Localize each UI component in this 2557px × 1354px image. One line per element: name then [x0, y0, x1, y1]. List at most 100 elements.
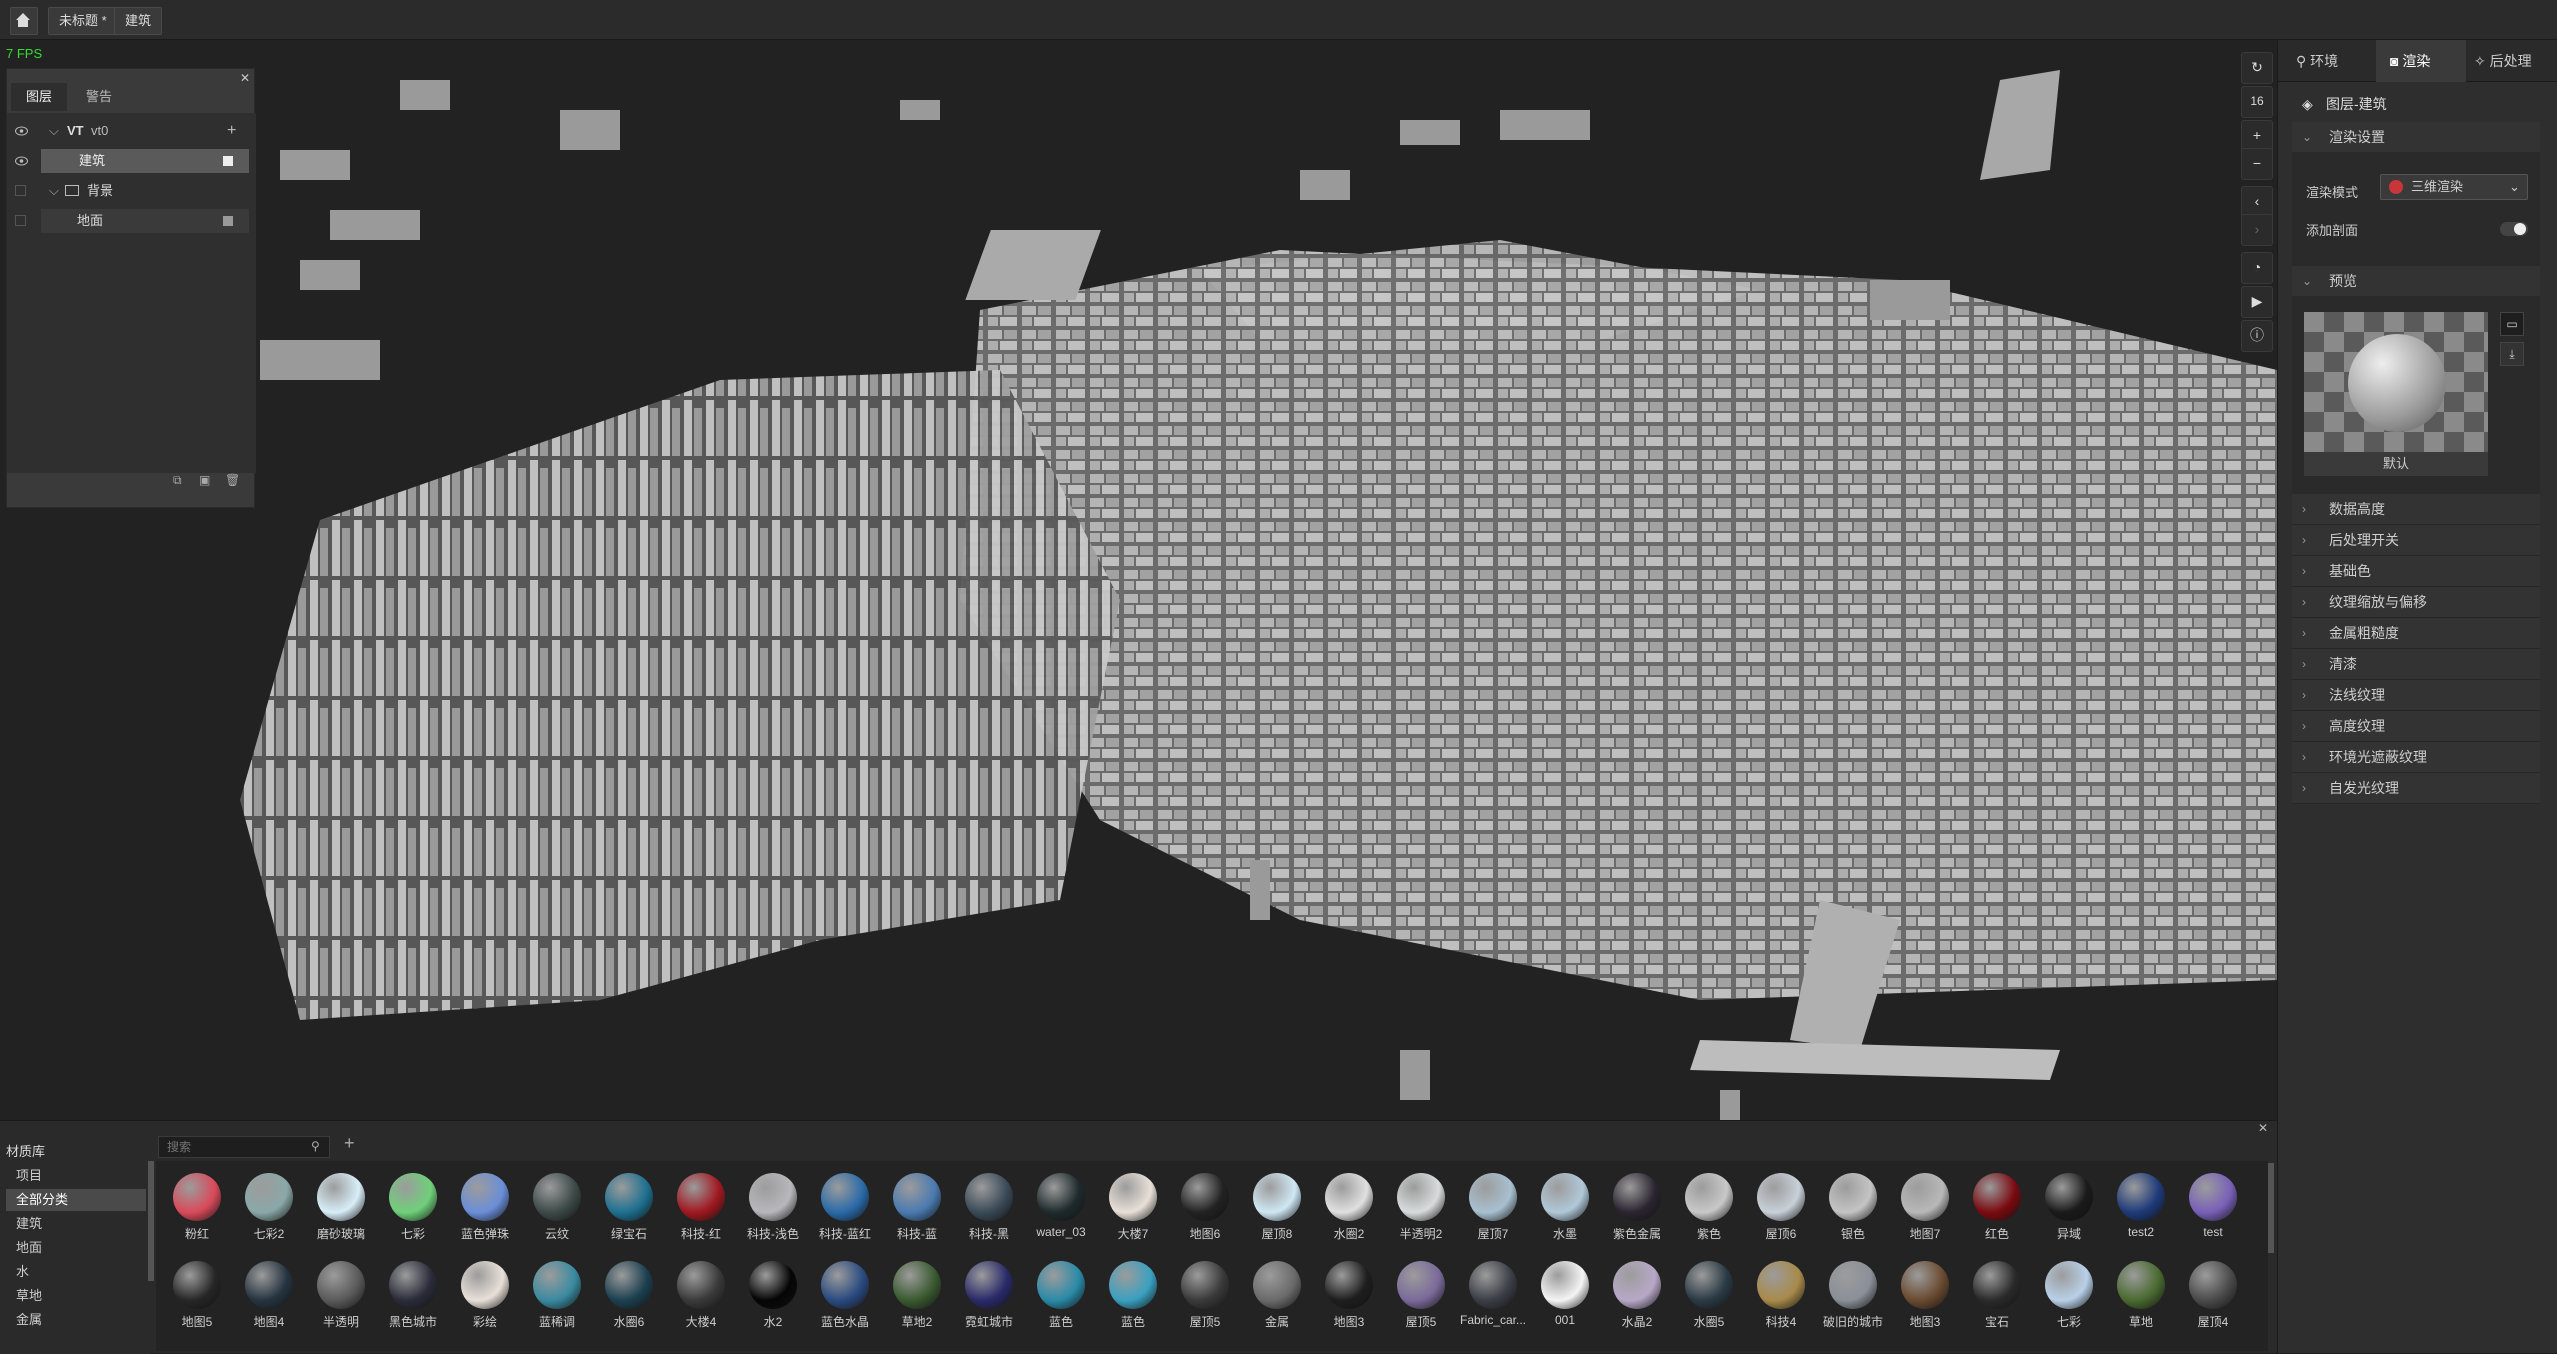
save-icon[interactable]: ▣: [199, 473, 210, 487]
eye-icon[interactable]: [15, 155, 28, 167]
material-scrollbar[interactable]: [2268, 1163, 2274, 1253]
material-item[interactable]: 蓝色水晶: [810, 1253, 880, 1338]
material-item[interactable]: 水圈5: [1674, 1253, 1744, 1338]
material-item[interactable]: test: [2178, 1165, 2248, 1250]
material-item[interactable]: 草地: [2106, 1253, 2176, 1338]
visibility-checkbox[interactable]: [15, 185, 26, 196]
category-item[interactable]: 项目: [6, 1165, 146, 1187]
category-item[interactable]: 草地: [6, 1285, 146, 1307]
section-collapsed[interactable]: › 高度纹理: [2292, 711, 2540, 742]
material-item[interactable]: 银色: [1818, 1165, 1888, 1250]
section-collapsed[interactable]: › 法线纹理: [2292, 680, 2540, 711]
material-item[interactable]: 科技-蓝: [882, 1165, 952, 1250]
material-item[interactable]: 大楼4: [666, 1253, 736, 1338]
render-mode-select[interactable]: 三维渲染 ⌄: [2380, 174, 2528, 200]
material-item[interactable]: 蓝稀调: [522, 1253, 592, 1338]
material-item[interactable]: 屋顶4: [2178, 1253, 2248, 1338]
material-item[interactable]: 001: [1530, 1253, 1600, 1338]
tab-environment[interactable]: ⚲ 环境: [2296, 40, 2338, 82]
chevron-down-icon[interactable]: ⌵: [49, 117, 59, 145]
eye-icon[interactable]: [15, 125, 28, 137]
color-swatch[interactable]: [223, 156, 233, 166]
layer-row-ground[interactable]: 地面: [7, 207, 256, 235]
material-item[interactable]: 水晶2: [1602, 1253, 1672, 1338]
material-item[interactable]: 粉红: [162, 1165, 232, 1250]
material-item[interactable]: 屋顶6: [1746, 1165, 1816, 1250]
material-item[interactable]: 地图3: [1314, 1253, 1384, 1338]
material-item[interactable]: 红色: [1962, 1165, 2032, 1250]
close-icon[interactable]: ✕: [2258, 1121, 2268, 1135]
section-collapsed[interactable]: › 数据高度: [2292, 494, 2540, 525]
home-button[interactable]: [10, 7, 38, 35]
tab-layers[interactable]: 图层: [11, 83, 67, 111]
category-item[interactable]: 建筑: [6, 1213, 146, 1235]
material-item[interactable]: 破旧的城市: [1818, 1253, 1888, 1338]
tab-postprocess[interactable]: ✧ 后处理: [2474, 40, 2532, 82]
material-item[interactable]: 地图3: [1890, 1253, 1960, 1338]
material-item[interactable]: water_03: [1026, 1165, 1096, 1250]
material-search-field[interactable]: ⚲: [158, 1136, 330, 1158]
material-item[interactable]: 七彩2: [234, 1165, 304, 1250]
material-item[interactable]: test2: [2106, 1165, 2176, 1250]
search-icon[interactable]: ⚲: [311, 1139, 320, 1153]
material-item[interactable]: 蓝色: [1098, 1253, 1168, 1338]
tab-building[interactable]: 建筑: [114, 7, 163, 35]
category-item[interactable]: 全部分类: [6, 1189, 146, 1211]
material-item[interactable]: 金属: [1242, 1253, 1312, 1338]
chevron-down-icon[interactable]: ⌵: [49, 177, 59, 205]
material-item[interactable]: 七彩: [2034, 1253, 2104, 1338]
section-collapsed[interactable]: › 自发光纹理: [2292, 773, 2540, 804]
material-item[interactable]: 科技4: [1746, 1253, 1816, 1338]
material-item[interactable]: 科技-浅色: [738, 1165, 808, 1250]
info-icon[interactable]: ⓘ: [2241, 320, 2273, 352]
copy-icon[interactable]: ⧉: [173, 473, 182, 488]
visibility-checkbox[interactable]: [15, 215, 26, 226]
category-scrollbar[interactable]: [148, 1161, 154, 1281]
section-collapsed[interactable]: › 清漆: [2292, 649, 2540, 680]
section-collapsed[interactable]: › 纹理缩放与偏移: [2292, 587, 2540, 618]
layer-row-vt[interactable]: ⌵ VT vt0 +: [7, 117, 256, 145]
chevron-right-icon[interactable]: ›: [2241, 214, 2273, 246]
material-item[interactable]: 水2: [738, 1253, 808, 1338]
section-collapsed[interactable]: › 后处理开关: [2292, 525, 2540, 556]
add-icon[interactable]: +: [227, 117, 236, 145]
layer-row-building[interactable]: 建筑: [7, 147, 256, 175]
add-icon[interactable]: +: [344, 1133, 355, 1154]
add-section-toggle[interactable]: [2500, 222, 2528, 236]
3d-viewport[interactable]: [0, 40, 2277, 1120]
wifi-icon[interactable]: ◔: [2241, 252, 2273, 284]
material-item[interactable]: 屋顶5: [1386, 1253, 1456, 1338]
section-render-settings[interactable]: ⌄ 渲染设置: [2292, 122, 2540, 153]
folder-icon[interactable]: ▭: [2500, 312, 2524, 336]
material-item[interactable]: 科技-蓝红: [810, 1165, 880, 1250]
section-preview[interactable]: ⌄ 预览: [2292, 266, 2540, 297]
material-item[interactable]: 水墨: [1530, 1165, 1600, 1250]
material-item[interactable]: 紫色金属: [1602, 1165, 1672, 1250]
material-item[interactable]: 大楼7: [1098, 1165, 1168, 1250]
material-item[interactable]: 霓虹城市: [954, 1253, 1024, 1338]
material-item[interactable]: 屋顶5: [1170, 1253, 1240, 1338]
material-item[interactable]: 黑色城市: [378, 1253, 448, 1338]
section-collapsed[interactable]: › 环境光遮蔽纹理: [2292, 742, 2540, 773]
category-item[interactable]: 金属: [6, 1309, 146, 1331]
tab-untitled[interactable]: 未标题 *: [48, 7, 118, 35]
color-swatch[interactable]: [223, 216, 233, 226]
tab-render[interactable]: ◙ 渲染: [2390, 40, 2430, 82]
material-item[interactable]: 半透明2: [1386, 1165, 1456, 1250]
material-item[interactable]: 科技-黑: [954, 1165, 1024, 1250]
zoom-out-button[interactable]: −: [2241, 148, 2273, 180]
close-icon[interactable]: ✕: [240, 71, 250, 85]
material-item[interactable]: 紫色: [1674, 1165, 1744, 1250]
material-item[interactable]: Fabric_car...: [1458, 1253, 1528, 1338]
layer-row-background[interactable]: ⌵ 背景: [7, 177, 256, 205]
category-item[interactable]: 水: [6, 1261, 146, 1283]
section-collapsed[interactable]: › 基础色: [2292, 556, 2540, 587]
download-icon[interactable]: ⤓: [2500, 342, 2524, 366]
material-item[interactable]: 草地2: [882, 1253, 952, 1338]
material-item[interactable]: 地图6: [1170, 1165, 1240, 1250]
category-item[interactable]: 地面: [6, 1237, 146, 1259]
material-item[interactable]: 宝石: [1962, 1253, 2032, 1338]
material-item[interactable]: 异域: [2034, 1165, 2104, 1250]
material-item[interactable]: 科技-红: [666, 1165, 736, 1250]
material-item[interactable]: 地图4: [234, 1253, 304, 1338]
